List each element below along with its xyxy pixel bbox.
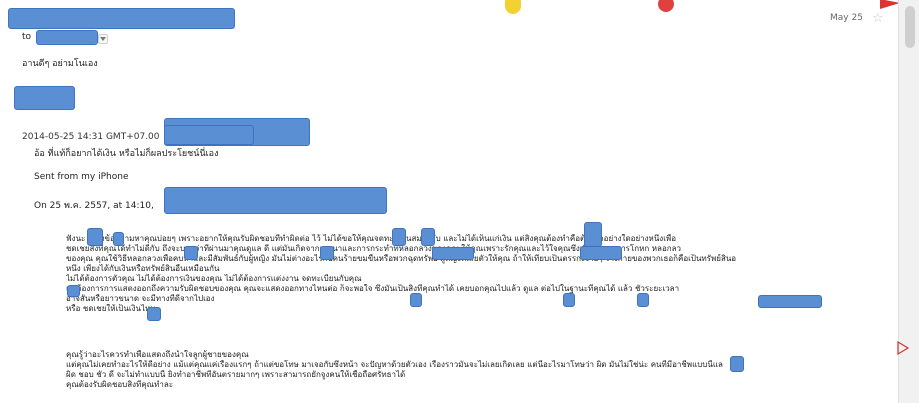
on-date-line: On 25 พ.ค. 2557, at 14:10,	[34, 201, 154, 211]
redacted-word	[392, 228, 406, 246]
recipient-redacted	[36, 30, 98, 45]
body-line: แต่ต้องการการแสดงออกถึงความรับผิดชอบของค…	[66, 284, 680, 293]
body-line: หนึ่ง เพียงได้กับเงินหรือทรัพย์สินอื่นเห…	[66, 264, 220, 273]
body-line: แต่คุณไม่เคยทำอะไรให้ดีอย่าง แม้แต่คุณแค…	[66, 360, 723, 369]
to-label: to	[22, 32, 32, 42]
redacted-word	[87, 228, 103, 246]
sent-from-line: Sent from my iPhone	[34, 172, 129, 182]
redacted-word	[758, 295, 822, 308]
redacted-word	[730, 356, 744, 372]
sender-name-redacted	[8, 8, 235, 29]
quoted-sender-redacted	[164, 187, 387, 214]
redacted-word	[563, 293, 575, 307]
ribbon-icon	[897, 340, 910, 356]
redacted-word	[147, 307, 161, 321]
redacted-word	[584, 222, 602, 247]
redacted-word	[421, 228, 435, 246]
redacted-word	[184, 246, 198, 260]
redacted-word	[67, 285, 80, 297]
header-decoration-red	[658, 0, 674, 12]
redacted-word	[580, 246, 622, 260]
star-icon[interactable]: ☆	[872, 11, 884, 26]
redacted-word	[637, 293, 649, 307]
message-body-paragraph-2: คุณรู้ว่าอะไรควรทำเพื่อแสดงถึงน้ำใจลูกผู…	[66, 350, 906, 390]
quote-timestamp: 2014-05-25 14:31 GMT+07.00	[22, 132, 160, 142]
body-line: คุณรู้ว่าอะไรควรทำเพื่อแสดงถึงน้ำใจลูกผู…	[66, 350, 249, 359]
avatar-redacted	[14, 86, 75, 110]
header-decoration-yellow	[505, 0, 521, 14]
redacted-word	[432, 247, 474, 260]
body-line: ผิด ชอบ ชั่ว ดี จะไม่ทำแบบนี้ ยิ่งทำอาชี…	[66, 370, 406, 379]
recipient-dropdown-button[interactable]	[98, 34, 108, 44]
redacted-word	[320, 246, 334, 260]
redacted-word	[410, 293, 422, 307]
body-line: คุณต้องรับผิดชอบสิ่งที่คุณทำละ	[66, 380, 174, 389]
body-line: ฟังนะ ที่ ส่งข้อความหาคุณบ่อยๆ เพราะอยาก…	[66, 234, 677, 243]
scrollbar-thumb[interactable]	[905, 6, 915, 48]
chevron-down-icon	[100, 37, 106, 41]
message-snippet: อานดีๆ อย่ามโนเอง	[22, 59, 98, 69]
quote-email-redacted	[164, 125, 254, 145]
message-date: May 25	[830, 13, 863, 23]
redacted-word	[113, 232, 124, 246]
reply-line: อ้อ ที่แท้ก็อยากได้เงิน หรือไม่ก็ผลประโย…	[34, 149, 219, 159]
body-line: ไม่ได้ต้องการตัวคุณ ไม่ได้ต้องการเงินของ…	[66, 274, 362, 283]
